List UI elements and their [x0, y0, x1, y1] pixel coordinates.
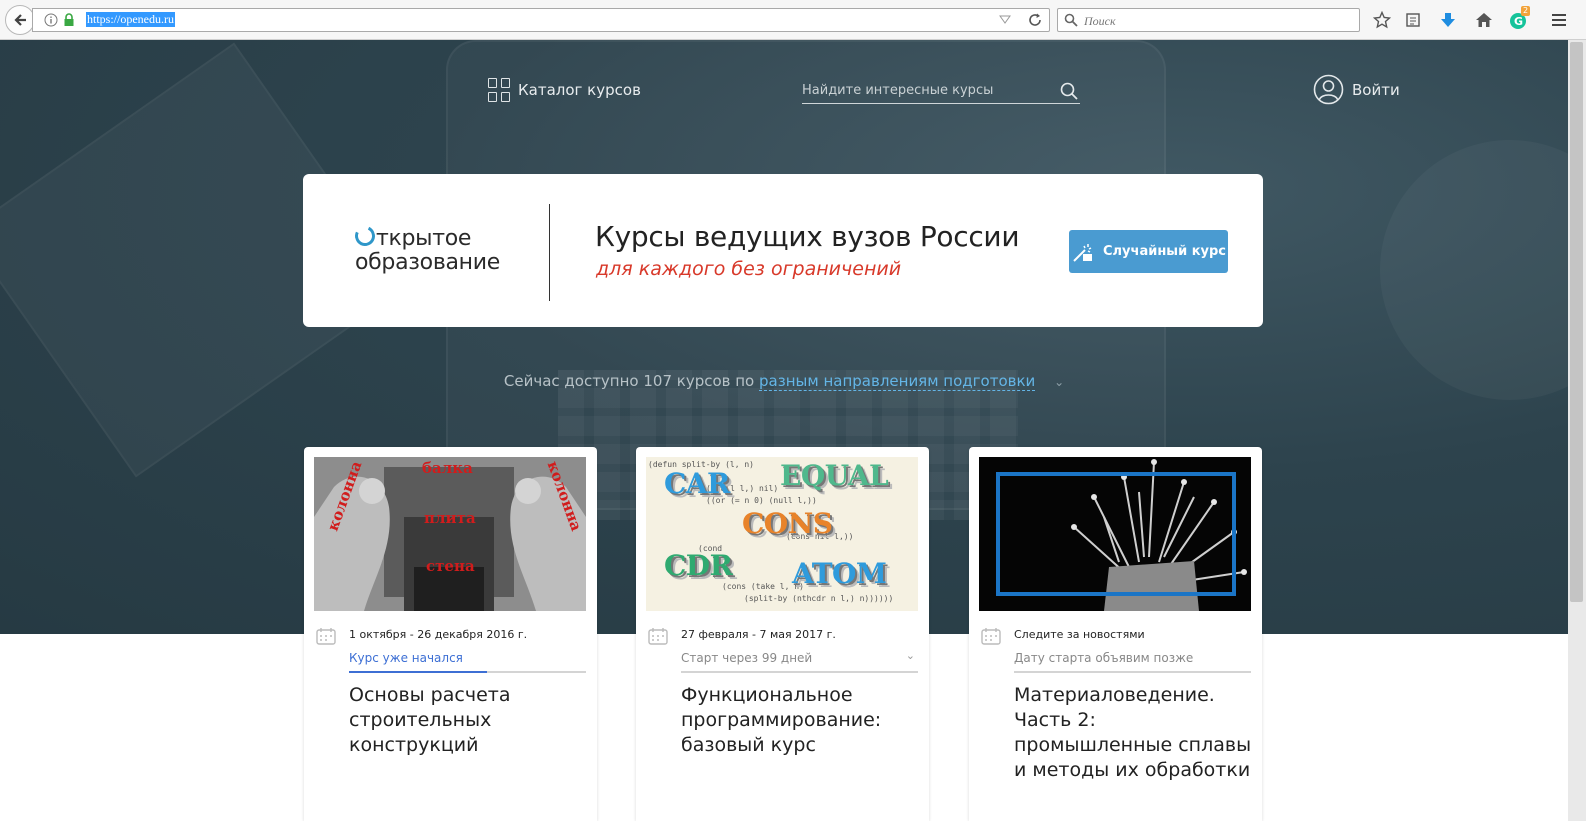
scrollbar-thumb[interactable] [1570, 42, 1583, 602]
calendar-icon [981, 628, 1001, 645]
progress-rule [681, 671, 918, 673]
svg-text:G: G [1514, 15, 1523, 28]
address-bar[interactable]: https://openedu.ru [32, 8, 1050, 32]
back-button[interactable] [5, 5, 35, 35]
course-dates: 1 октября - 26 декабря 2016 г. [349, 628, 528, 641]
thumb-word: CAR [664, 467, 730, 500]
course-thumbnail[interactable] [979, 457, 1251, 611]
course-title[interactable]: Материаловедение. Часть 2: промышленные … [1014, 683, 1254, 783]
course-title[interactable]: Основы расчета строительных конструкций [349, 683, 589, 758]
directions-link[interactable]: разным направлениям подготовки [759, 372, 1036, 391]
banner-divider [549, 204, 550, 301]
url-text[interactable]: https://openedu.ru [86, 12, 175, 27]
course-status: Старт через 99 дней [681, 651, 813, 665]
info-icon[interactable] [41, 10, 61, 30]
logo-line-2: образование [355, 250, 500, 275]
browser-search-field[interactable]: Поиск [1057, 8, 1360, 32]
reload-icon[interactable] [1025, 10, 1045, 30]
bookmark-star-icon[interactable] [1372, 10, 1392, 30]
dropdown-icon[interactable] [995, 10, 1015, 30]
available-courses-line: Сейчас доступно 107 курсов по разным нап… [0, 372, 1568, 391]
random-course-button[interactable]: Случайный курс [1069, 230, 1228, 273]
course-card[interactable]: (defun split-by (l‚ n) (cond ((null l‚) … [636, 447, 929, 821]
grammarly-extension-icon[interactable]: G 2 [1509, 6, 1531, 30]
random-course-label: Случайный курс [1102, 244, 1227, 259]
search-icon [1061, 10, 1081, 30]
available-prefix: Сейчас доступно 107 курсов по [503, 372, 755, 390]
thumb-label: стена [426, 557, 475, 575]
thumb-word: CDR [664, 549, 733, 582]
progress-rule [1014, 671, 1251, 673]
catalog-label: Каталог курсов [518, 81, 641, 99]
banner-headline: Курсы ведущих вузов России [595, 220, 1020, 253]
chevron-down-icon[interactable]: ⌄ [1054, 375, 1064, 389]
login-label: Войти [1352, 80, 1400, 99]
course-dates: Следите за новостями [1014, 628, 1145, 641]
browser-toolbar: https://openedu.ru Поиск G 2 [0, 0, 1586, 40]
thumb-label: плита [424, 509, 476, 527]
progress-rule [349, 671, 586, 673]
background-cup [1380, 140, 1568, 400]
chevron-down-icon[interactable]: ⌄ [906, 649, 915, 662]
grid-icon [488, 78, 510, 102]
download-icon[interactable] [1438, 10, 1458, 30]
catalog-link[interactable]: Каталог курсов [488, 78, 641, 102]
course-card[interactable]: Следите за новостями Дату старта объявим… [969, 447, 1262, 821]
course-card[interactable]: колонна балка колонна плита стена 1 октя… [304, 447, 597, 821]
progress-fill [349, 671, 487, 673]
lock-icon[interactable] [59, 10, 79, 30]
course-search-input[interactable]: Найдите интересные курсы [802, 80, 1080, 104]
thumb-word: ATOM [792, 557, 887, 590]
magic-wand-icon [1073, 243, 1092, 262]
promo-banner: ткрытое образование Курсы ведущих вузов … [303, 174, 1263, 327]
crystal-illustration [979, 457, 1251, 611]
banner-subline: для каждого без ограничений [596, 258, 902, 280]
menu-icon[interactable] [1549, 10, 1569, 30]
course-dates: 27 февраля - 7 мая 2017 г. [681, 628, 836, 641]
course-thumbnail[interactable]: колонна балка колонна плита стена [314, 457, 586, 611]
search-icon[interactable] [1060, 82, 1078, 104]
openedu-logo[interactable]: ткрытое образование [352, 223, 500, 275]
user-icon [1313, 74, 1344, 105]
login-link[interactable]: Войти [1313, 74, 1400, 105]
reading-list-icon[interactable] [1403, 10, 1423, 30]
course-thumbnail[interactable]: (defun split-by (l‚ n) (cond ((null l‚) … [646, 457, 918, 611]
calendar-icon [316, 628, 336, 645]
thumb-label: балка [422, 459, 473, 477]
home-icon[interactable] [1474, 10, 1494, 30]
course-status: Курс уже начался [349, 651, 463, 665]
thumb-word: CONS [742, 507, 833, 540]
logo-line-1: ткрытое [376, 226, 472, 251]
thumb-code-line: (split-by (nthcdr n l‚) n)))))) [744, 594, 894, 603]
browser-search-placeholder: Поиск [1084, 14, 1116, 28]
course-search-placeholder: Найдите интересные курсы [802, 83, 994, 98]
course-title[interactable]: Функциональное программирование: базовый… [681, 683, 921, 758]
course-status: Дату старта объявим позже [1014, 651, 1194, 665]
calendar-icon [648, 628, 668, 645]
logo-ring-icon [352, 223, 378, 249]
thumb-word: EQUAL [780, 459, 889, 492]
extension-badge: 2 [1521, 6, 1531, 16]
